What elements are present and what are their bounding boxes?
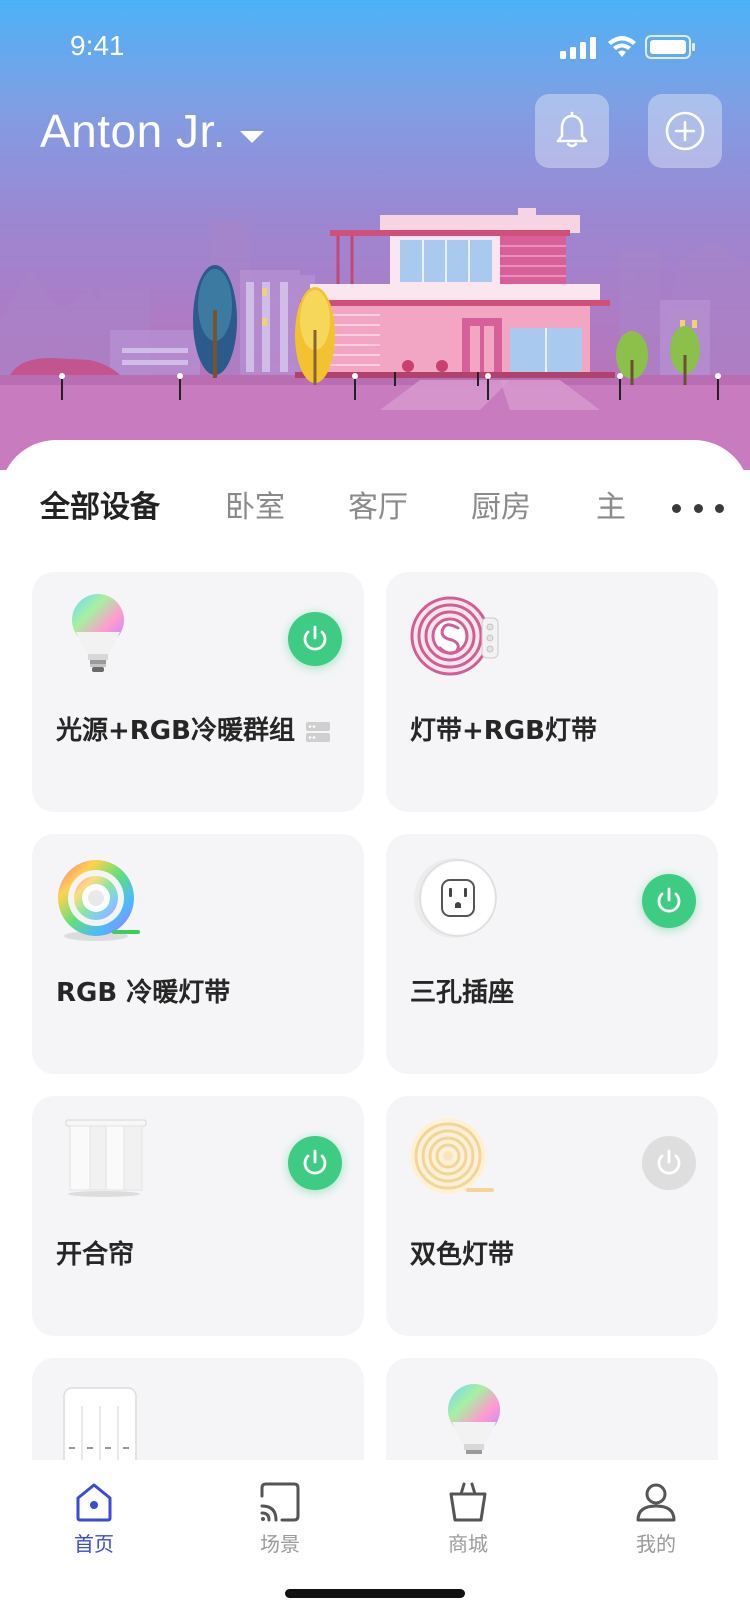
socket-icon [414, 858, 497, 938]
house-illustration [0, 208, 750, 470]
nav-store[interactable]: 商城 [408, 1480, 528, 1580]
device-card[interactable]: 光源+RGB冷暖群组 [32, 572, 364, 812]
device-grid: 光源+RGB冷暖群组 灯带+RGB灯带 RGB 冷暖灯带 三孔插座 开合帘 双色… [0, 572, 750, 1460]
tab-all-devices[interactable]: 全部设备 [40, 476, 160, 540]
nav-profile-label: 我的 [636, 1532, 676, 1556]
signal-icon [560, 37, 596, 59]
chevron-down-icon[interactable] [238, 128, 266, 146]
status-indicators [560, 35, 695, 59]
device-name: RGB 冷暖灯带 [56, 978, 231, 1008]
tab-master[interactable]: 主 [596, 476, 626, 540]
device-card[interactable]: 双色灯带 [386, 1096, 718, 1336]
curtain-icon [65, 1119, 147, 1197]
power-button[interactable] [642, 1136, 696, 1190]
user-name[interactable]: Anton Jr. [40, 104, 226, 158]
nav-home-label: 首页 [74, 1532, 114, 1556]
device-name: 光源+RGB冷暖群组 [56, 710, 331, 747]
group-icon [305, 721, 330, 742]
more-tabs-button[interactable] [672, 494, 724, 522]
battery-icon [645, 35, 695, 59]
home-indicator [285, 1589, 465, 1598]
status-time: 9:41 [70, 30, 125, 61]
device-name-text: 光源+RGB冷暖群组 [56, 716, 295, 746]
nav-profile[interactable]: 我的 [596, 1480, 716, 1580]
warm-light-strip-icon [410, 1118, 494, 1194]
shopping-bag-icon [449, 1482, 487, 1522]
bell-icon [556, 111, 588, 148]
home-icon [76, 1483, 112, 1522]
more-dot-icon [672, 503, 681, 513]
rgb-bulb-icon [448, 1384, 500, 1454]
tab-living-room[interactable]: 客厅 [348, 476, 408, 540]
more-dot-icon [715, 503, 724, 513]
power-icon [303, 625, 327, 651]
nav-scenes-label: 场景 [260, 1532, 300, 1556]
pink-light-strip-icon [410, 596, 499, 676]
nav-scenes[interactable]: 场景 [220, 1480, 340, 1580]
tab-kitchen[interactable]: 厨房 [471, 476, 531, 540]
bottom-nav: 首页 场景 商城 我的 [0, 1460, 750, 1624]
power-icon [657, 887, 681, 913]
more-dot-icon [693, 503, 703, 513]
rgb-light-strip-icon [58, 860, 140, 941]
device-card[interactable]: 开合帘 [32, 1096, 364, 1336]
notifications-button[interactable] [535, 94, 609, 168]
power-button[interactable] [288, 612, 342, 666]
nav-store-label: 商城 [448, 1532, 488, 1556]
device-name: 开合帘 [56, 1240, 135, 1270]
power-button[interactable] [288, 1136, 342, 1190]
device-card[interactable] [32, 1358, 364, 1460]
add-device-button[interactable] [648, 94, 722, 168]
rgb-bulb-icon [72, 594, 124, 672]
room-tabs: 全部设备 卧室 客厅 厨房 主 [0, 476, 750, 540]
wifi-icon [608, 36, 636, 57]
power-icon [303, 1149, 327, 1175]
device-card[interactable]: 三孔插座 [386, 834, 718, 1074]
tab-bedroom[interactable]: 卧室 [225, 476, 285, 540]
user-icon [636, 1483, 676, 1522]
power-icon [657, 1149, 681, 1175]
plus-circle-icon [665, 111, 705, 151]
wall-switch-icon [63, 1387, 137, 1460]
device-card[interactable]: 灯带+RGB灯带 [386, 572, 718, 812]
hero-banner: 9:41 Anton Jr. [0, 0, 750, 470]
device-name: 双色灯带 [410, 1240, 515, 1270]
cast-icon [260, 1482, 300, 1522]
device-name: 三孔插座 [410, 978, 515, 1008]
nav-home[interactable]: 首页 [34, 1480, 154, 1580]
power-button[interactable] [642, 874, 696, 928]
device-card[interactable] [386, 1358, 718, 1460]
device-name: 灯带+RGB灯带 [410, 716, 597, 746]
device-card[interactable]: RGB 冷暖灯带 [32, 834, 364, 1074]
status-bar: 9:41 [0, 0, 750, 96]
